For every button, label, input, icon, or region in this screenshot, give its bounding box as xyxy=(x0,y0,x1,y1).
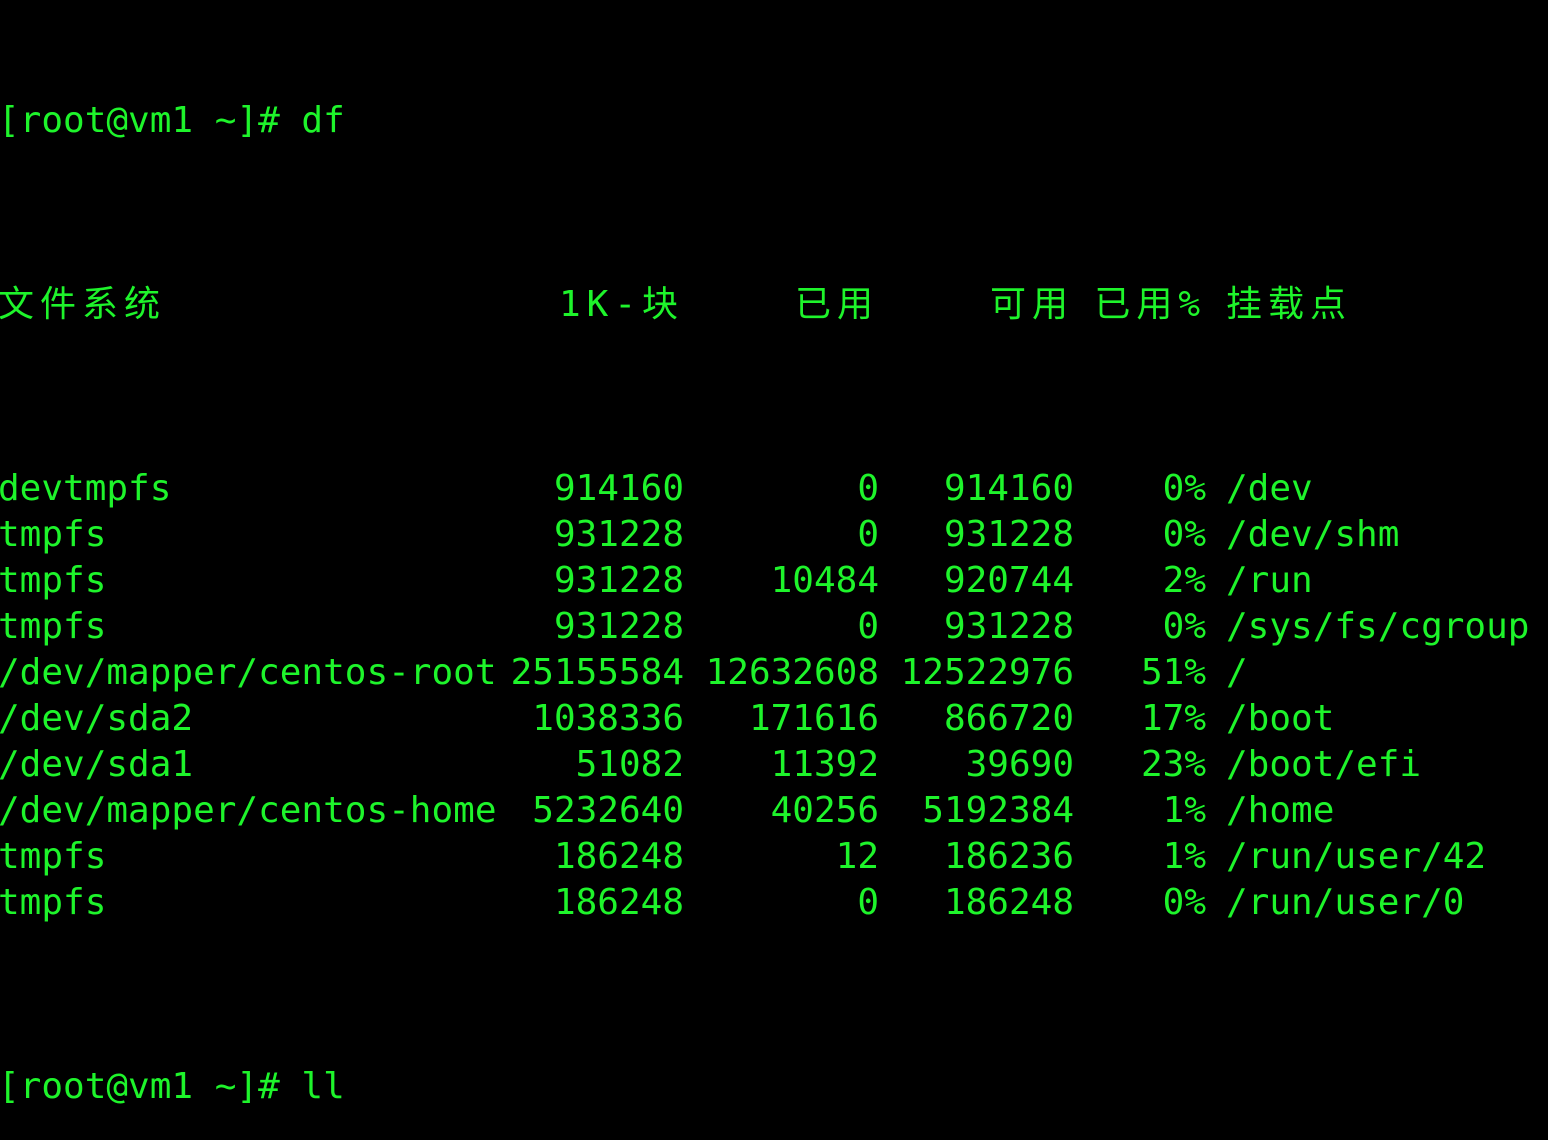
header-filesystem: 文件系统 xyxy=(0,284,167,325)
df-cell-filesystem: /dev/sda2 xyxy=(0,698,194,739)
df-cell-use-percent: 1% xyxy=(1162,790,1206,831)
df-row: tmpfs 931228 10484 920744 2% /run xyxy=(0,558,1548,604)
df-cell-available: 920744 xyxy=(943,560,1074,601)
df-cell-blocks: 186248 xyxy=(553,882,684,923)
df-cell-use-percent: 51% xyxy=(1140,652,1206,693)
df-cell-filesystem: tmpfs xyxy=(0,882,107,923)
command-line: [root@vm1 ~]# df xyxy=(0,98,1548,144)
df-cell-mounted-on: /run/user/42 xyxy=(1226,836,1487,877)
df-cell-use-percent: 0% xyxy=(1162,468,1206,509)
df-cell-blocks: 5232640 xyxy=(532,790,684,831)
df-cell-used: 40256 xyxy=(770,790,879,831)
header-available: 可用 xyxy=(989,284,1074,325)
command-prompt: [root@vm1 ~]# df xyxy=(0,100,345,141)
df-row: tmpfs 931228 0 931228 0% /sys/fs/cgroup xyxy=(0,604,1548,650)
df-cell-used: 12632608 xyxy=(705,652,879,693)
df-cell-used: 171616 xyxy=(748,698,879,739)
df-cell-mounted-on: /dev/shm xyxy=(1226,514,1400,555)
df-cell-filesystem: /dev/mapper/centos-root xyxy=(0,652,497,693)
header-blocks: 1K-块 xyxy=(558,284,684,325)
df-cell-used: 10484 xyxy=(770,560,879,601)
df-cell-available: 931228 xyxy=(943,514,1074,555)
df-cell-mounted-on: /run/user/0 xyxy=(1226,882,1465,923)
terminal-window[interactable]: [root@vm1 ~]# df 文件系统 1K-块 已用 可用 已用% 挂载点… xyxy=(0,6,1548,1107)
df-cell-available: 5192384 xyxy=(922,790,1074,831)
df-cell-mounted-on: / xyxy=(1226,652,1248,693)
df-cell-use-percent: 1% xyxy=(1162,836,1206,877)
df-cell-use-percent: 0% xyxy=(1162,882,1206,923)
df-cell-used: 0 xyxy=(857,514,879,555)
df-cell-filesystem: tmpfs xyxy=(0,560,107,601)
df-cell-available: 866720 xyxy=(943,698,1074,739)
df-cell-available: 931228 xyxy=(943,606,1074,647)
df-cell-filesystem: /dev/mapper/centos-home xyxy=(0,790,497,831)
df-row: devtmpfs 914160 0 914160 0% /dev xyxy=(0,466,1548,512)
df-cell-use-percent: 0% xyxy=(1162,514,1206,555)
next-command-prompt: [root@vm1 ~]# ll xyxy=(0,1066,345,1107)
df-row: tmpfs 186248 0 186248 0% /run/user/0 xyxy=(0,880,1548,926)
next-command-line: [root@vm1 ~]# ll xyxy=(0,1064,1548,1110)
header-used: 已用 xyxy=(794,284,879,325)
df-cell-used: 0 xyxy=(857,606,879,647)
df-row: /dev/sda1 51082 11392 39690 23% /boot/efi xyxy=(0,742,1548,788)
header-use-percent: 已用% xyxy=(1094,284,1206,325)
df-header-row: 文件系统 1K-块 已用 可用 已用% 挂载点 xyxy=(0,282,1548,328)
df-row: /dev/mapper/centos-root 25155584 12632608 1… xyxy=(0,650,1548,696)
df-cell-filesystem: tmpfs xyxy=(0,836,107,877)
df-cell-mounted-on: /boot xyxy=(1226,698,1335,739)
df-cell-blocks: 931228 xyxy=(553,514,684,555)
df-cell-available: 914160 xyxy=(943,468,1074,509)
df-cell-filesystem: /dev/sda1 xyxy=(0,744,194,785)
df-cell-mounted-on: /home xyxy=(1226,790,1335,831)
df-cell-use-percent: 2% xyxy=(1162,560,1206,601)
df-cell-use-percent: 23% xyxy=(1140,744,1206,785)
df-cell-blocks: 25155584 xyxy=(510,652,684,693)
df-cell-available: 39690 xyxy=(965,744,1074,785)
df-row: tmpfs 931228 0 931228 0% /dev/shm xyxy=(0,512,1548,558)
df-cell-available: 186248 xyxy=(943,882,1074,923)
df-cell-mounted-on: /dev xyxy=(1226,468,1313,509)
df-row: /dev/sda2 1038336 171616 866720 17% /boot xyxy=(0,696,1548,742)
header-mounted-on: 挂载点 xyxy=(1226,284,1353,325)
df-output-rows: devtmpfs 914160 0 914160 0% /dev tmpfs 931228 0 9… xyxy=(0,466,1548,926)
df-cell-available: 12522976 xyxy=(900,652,1074,693)
df-cell-used: 0 xyxy=(857,468,879,509)
df-cell-blocks: 1038336 xyxy=(532,698,684,739)
df-cell-mounted-on: /run xyxy=(1226,560,1313,601)
df-cell-available: 186236 xyxy=(943,836,1074,877)
df-cell-blocks: 186248 xyxy=(553,836,684,877)
df-cell-blocks: 931228 xyxy=(553,606,684,647)
df-cell-filesystem: devtmpfs xyxy=(0,468,172,509)
df-row: /dev/mapper/centos-home 5232640 40256 51923… xyxy=(0,788,1548,834)
df-cell-use-percent: 17% xyxy=(1140,698,1206,739)
df-cell-used: 12 xyxy=(835,836,879,877)
df-cell-used: 0 xyxy=(857,882,879,923)
df-row: tmpfs 186248 12 186236 1% /run/user/42 xyxy=(0,834,1548,880)
df-cell-mounted-on: /boot/efi xyxy=(1226,744,1422,785)
df-cell-filesystem: tmpfs xyxy=(0,514,107,555)
df-cell-use-percent: 0% xyxy=(1162,606,1206,647)
df-cell-used: 11392 xyxy=(770,744,879,785)
df-cell-blocks: 914160 xyxy=(553,468,684,509)
df-cell-blocks: 931228 xyxy=(553,560,684,601)
df-cell-mounted-on: /sys/fs/cgroup xyxy=(1226,606,1530,647)
df-cell-filesystem: tmpfs xyxy=(0,606,107,647)
df-cell-blocks: 51082 xyxy=(575,744,684,785)
